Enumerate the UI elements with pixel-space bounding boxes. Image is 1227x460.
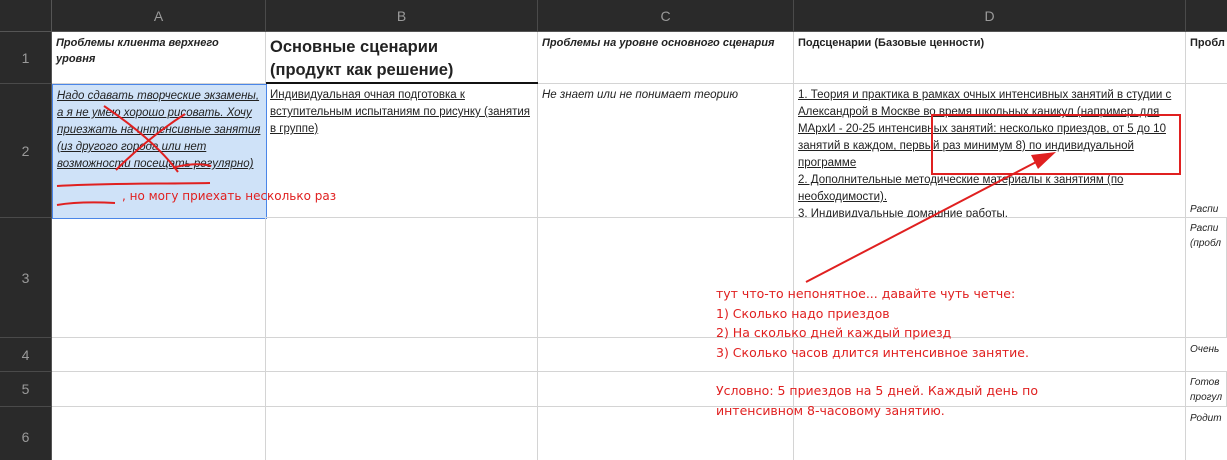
underline-mark-1 xyxy=(172,163,212,169)
underline-mark-3 xyxy=(56,201,116,206)
annotation-arrow-head xyxy=(1031,152,1056,169)
spreadsheet: A B C D 1 2 3 4 5 6 Проблемы клиента вер… xyxy=(0,0,1227,460)
highlight-rectangle xyxy=(931,114,1181,175)
strike-out-mark-1 xyxy=(103,105,179,173)
annotation-marks xyxy=(56,105,1181,283)
underline-mark-2 xyxy=(56,182,211,187)
annotation-arrow-line xyxy=(805,159,1041,283)
